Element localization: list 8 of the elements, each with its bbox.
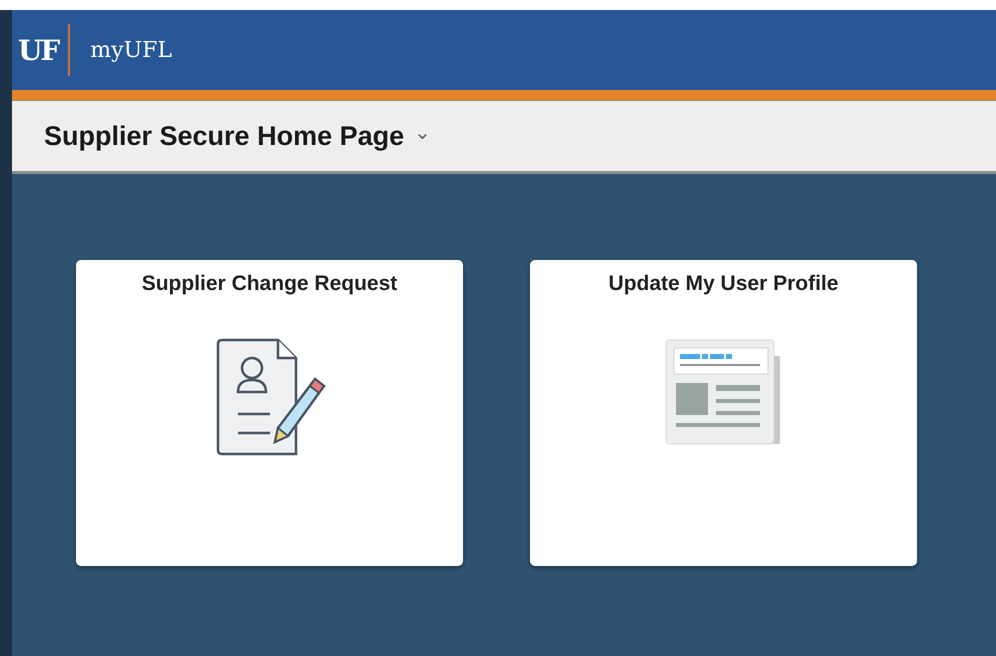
tile[interactable]: Supplier Change Request — [76, 260, 463, 566]
caret-icon[interactable]: ⌄ — [414, 120, 432, 144]
logo[interactable]: UF — [18, 34, 58, 66]
tile[interactable]: Update My User Profile — [530, 260, 917, 566]
page-title[interactable]: Supplier Secure Home Page — [44, 120, 404, 152]
tile-title: Supplier Change Request — [142, 272, 398, 296]
tile-title: Update My User Profile — [608, 272, 838, 296]
app-name: myUFL — [90, 38, 172, 62]
